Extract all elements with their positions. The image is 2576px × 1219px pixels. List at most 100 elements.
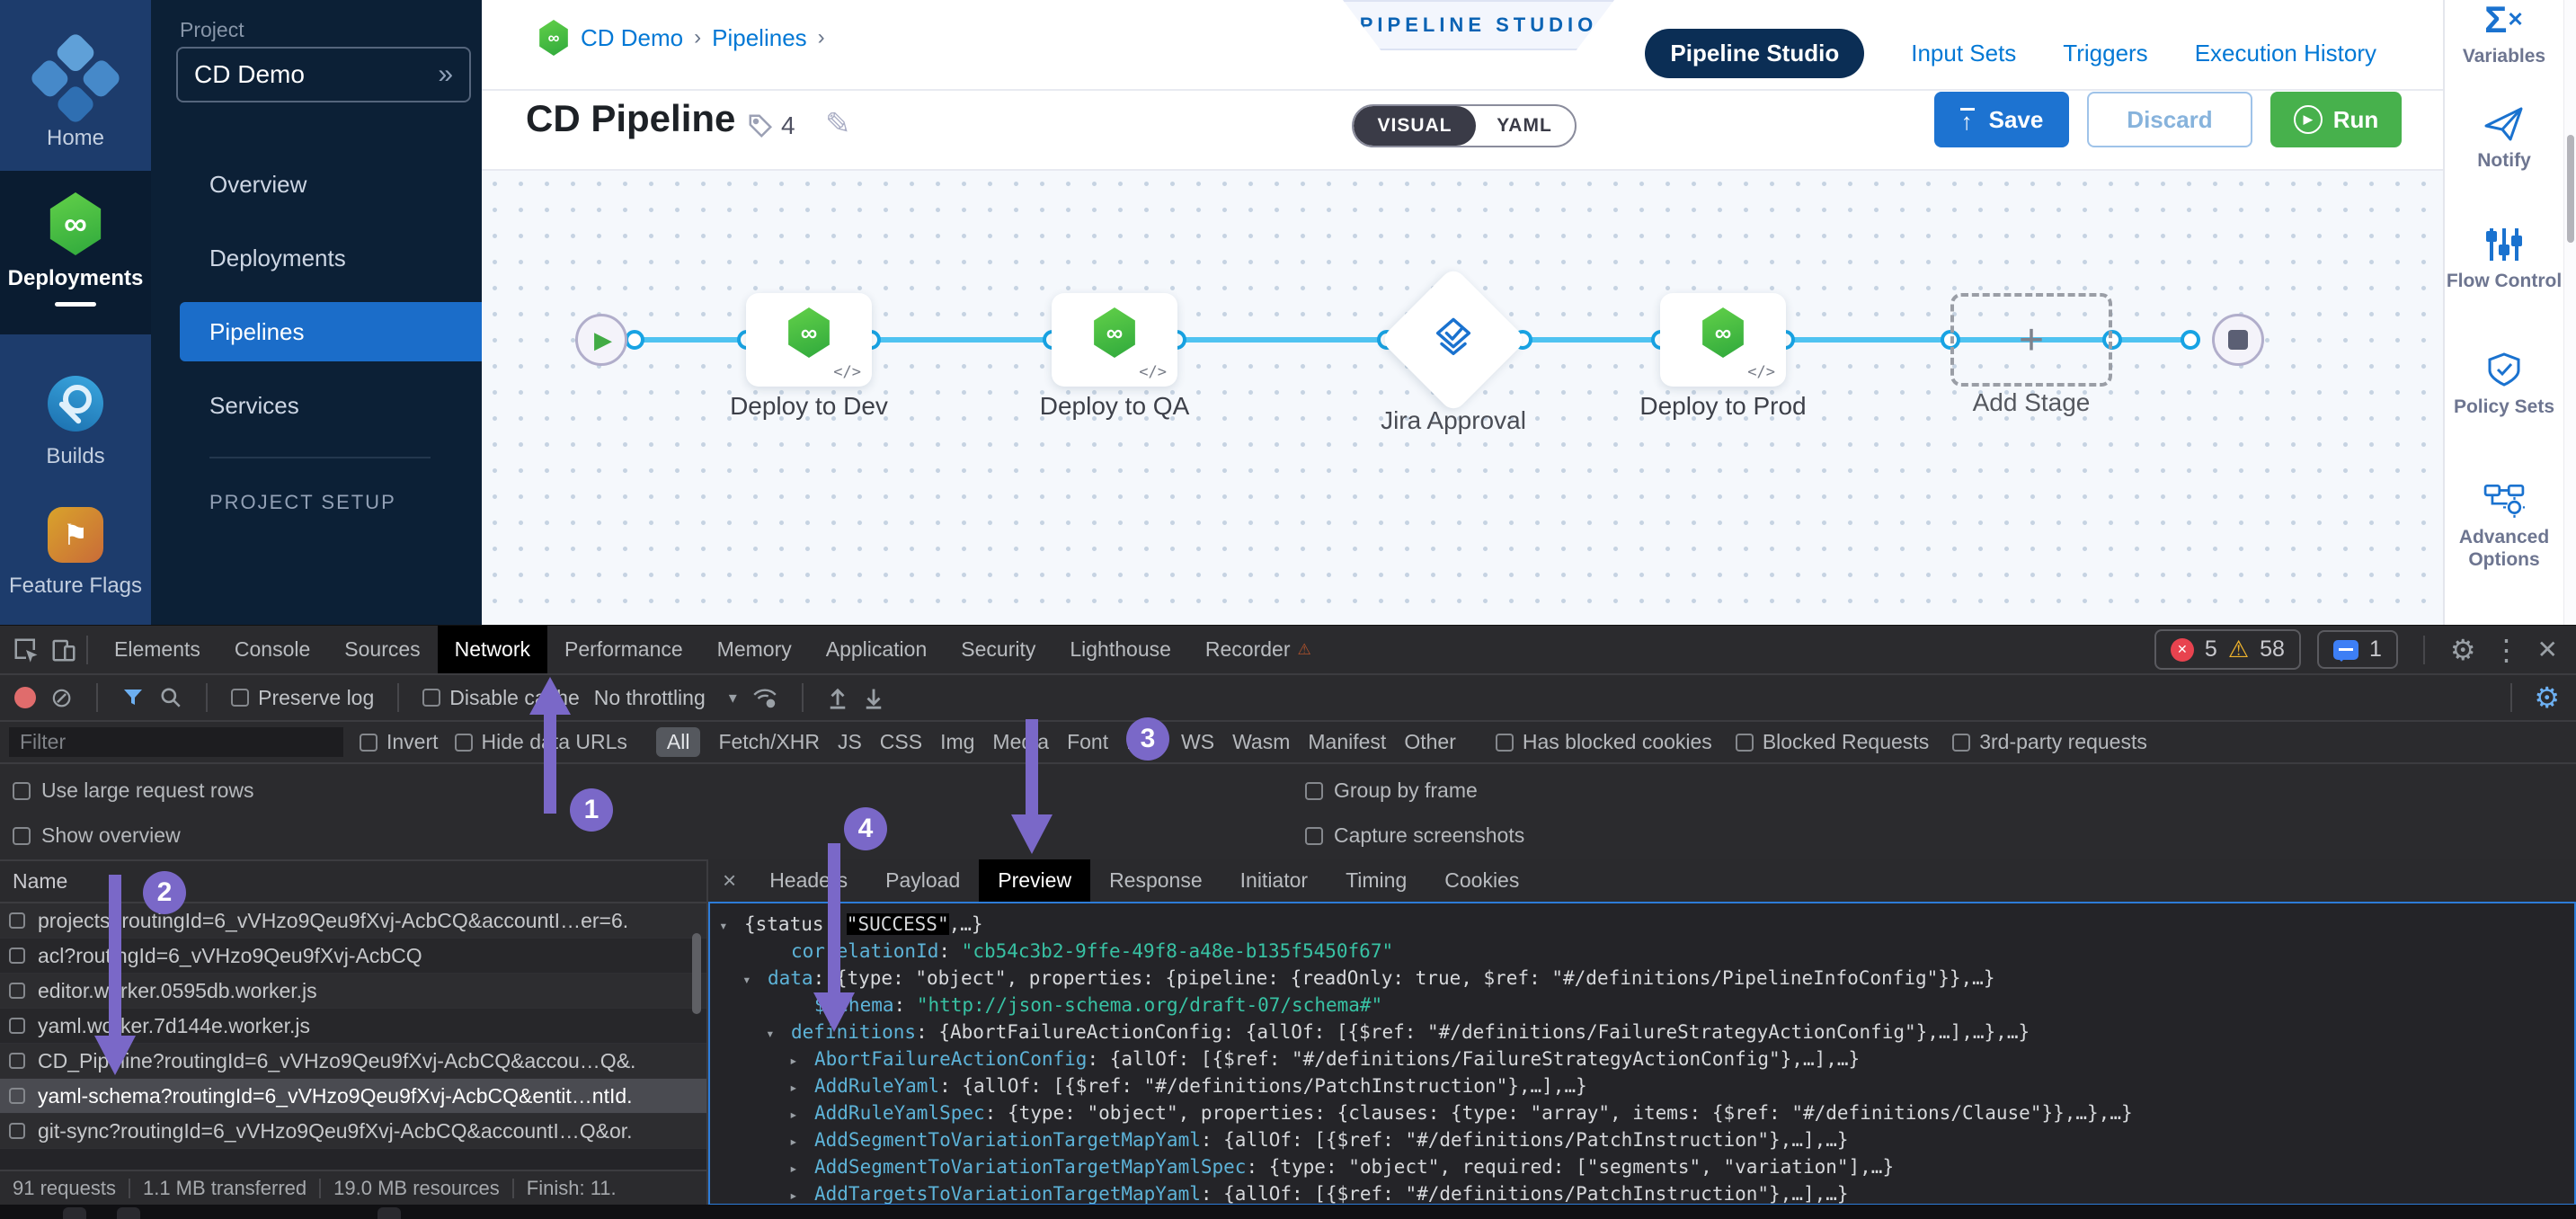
page-scrollbar[interactable] xyxy=(2563,0,2576,625)
filter-type-font[interactable]: Font xyxy=(1067,730,1108,754)
issues-summary[interactable]: 1 xyxy=(2317,630,2398,669)
edit-pencil-icon[interactable]: ✎ xyxy=(825,106,851,142)
request-table-header[interactable]: Name xyxy=(0,861,706,903)
sidebar-item-home[interactable]: Home xyxy=(0,0,151,171)
request-row[interactable]: acl?routingId=6_vVHzo9Qeu9fXvj-AcbCQ xyxy=(0,939,706,974)
request-list-scrollbar-thumb[interactable] xyxy=(692,933,701,1014)
filter-type-manifest[interactable]: Manifest xyxy=(1308,730,1386,754)
nav-item-deployments[interactable]: Deployments xyxy=(209,245,346,272)
rail-item-advanced-options[interactable]: Advanced Options xyxy=(2445,481,2563,571)
show-overview-option[interactable]: Show overview xyxy=(13,823,181,848)
expander-icon[interactable]: ▾ xyxy=(742,966,768,993)
toggle-visual[interactable]: VISUAL xyxy=(1354,106,1476,146)
filter-3rd-party-requests[interactable]: 3rd-party requests xyxy=(1952,730,2147,754)
nav-item-overview[interactable]: Overview xyxy=(209,171,306,199)
capture-screenshots-option[interactable]: Capture screenshots xyxy=(1305,823,1524,848)
devtools-tab-sources[interactable]: Sources xyxy=(327,626,437,673)
filter-type-js[interactable]: JS xyxy=(838,730,862,754)
pipeline-start-node[interactable]: ▶ xyxy=(575,314,627,366)
group-by-frame-checkbox[interactable] xyxy=(1305,782,1323,800)
detail-tab-initiator[interactable]: Initiator xyxy=(1221,859,1327,902)
filter-type-ws[interactable]: WS xyxy=(1181,730,1214,754)
inspect-icon[interactable] xyxy=(13,636,40,663)
toggle-yaml[interactable]: YAML xyxy=(1476,106,1573,146)
search-icon[interactable] xyxy=(159,686,182,709)
blocked-requests-checkbox[interactable] xyxy=(1736,734,1754,752)
devtools-tab-application[interactable]: Application xyxy=(809,626,945,673)
has-blocked-cookies-checkbox[interactable] xyxy=(1496,734,1514,752)
filter-type-other[interactable]: Other xyxy=(1404,730,1456,754)
network-conditions-icon[interactable] xyxy=(751,686,778,709)
stage-deploy-to-qa[interactable]: ∞ </> xyxy=(1052,293,1177,387)
tab-triggers[interactable]: Triggers xyxy=(2063,40,2147,67)
import-har-icon[interactable] xyxy=(827,686,848,709)
filter-type-wasm[interactable]: Wasm xyxy=(1232,730,1290,754)
hide-data-urls-option[interactable]: Hide data URLs xyxy=(455,730,627,754)
json-line[interactable]: ▸AddSegmentToVariationTargetMapYamlSpec:… xyxy=(710,1153,2574,1180)
filter-type-fetch-xhr[interactable]: Fetch/XHR xyxy=(718,730,819,754)
devtools-tab-elements[interactable]: Elements xyxy=(97,626,218,673)
tab-pipeline-studio[interactable]: Pipeline Studio xyxy=(1645,29,1864,78)
rail-item-policy-sets[interactable]: Policy Sets xyxy=(2445,352,2563,418)
rail-item-notify[interactable]: Notify xyxy=(2445,106,2563,172)
request-checkbox[interactable] xyxy=(9,912,25,929)
filter-blocked-requests[interactable]: Blocked Requests xyxy=(1736,730,1929,754)
scrollbar-thumb[interactable] xyxy=(2567,135,2574,243)
network-settings-gear-icon[interactable]: ⚙ xyxy=(2534,681,2560,715)
detail-tab-payload[interactable]: Payload xyxy=(866,859,979,902)
detail-tab-cookies[interactable]: Cookies xyxy=(1426,859,1538,902)
nav-item-services[interactable]: Services xyxy=(209,392,299,420)
json-line[interactable]: ▸AddTargetsToVariationTargetMapYaml: {al… xyxy=(710,1180,2574,1206)
pipeline-end-node[interactable] xyxy=(2212,314,2264,366)
visual-yaml-toggle[interactable]: VISUAL YAML xyxy=(1352,104,1577,147)
discard-button[interactable]: Discard xyxy=(2087,92,2252,147)
device-toolbar-icon[interactable] xyxy=(50,636,77,663)
settings-gear-icon[interactable]: ⚙ xyxy=(2450,633,2476,667)
throttling-dropdown[interactable]: No throttling ▾ xyxy=(594,686,737,710)
request-checkbox[interactable] xyxy=(9,1123,25,1139)
use-large-rows-option[interactable]: Use large request rows xyxy=(13,779,254,803)
sidebar-item-deployments[interactable]: ∞ Deployments xyxy=(0,171,151,334)
devtools-tab-security[interactable]: Security xyxy=(944,626,1053,673)
json-line[interactable]: ▸AddSegmentToVariationTargetMapYaml: {al… xyxy=(710,1126,2574,1153)
preserve-log-option[interactable]: Preserve log xyxy=(231,686,374,710)
request-checkbox[interactable] xyxy=(9,1018,25,1034)
detail-tab-headers[interactable]: Headers xyxy=(751,859,866,902)
clear-icon[interactable]: ⊘ xyxy=(50,682,73,714)
request-row[interactable]: git-sync?routingId=6_vVHzo9Qeu9fXvj-AcbC… xyxy=(0,1114,706,1149)
breadcrumb-pipelines[interactable]: Pipelines xyxy=(712,24,807,52)
hide-data-urls-checkbox[interactable] xyxy=(455,734,473,752)
rail-item-flow-control[interactable]: Flow Control xyxy=(2445,227,2563,292)
json-line[interactable]: ▸AddRuleYamlSpec: {type: "object", prope… xyxy=(710,1099,2574,1126)
expander-icon[interactable]: ▸ xyxy=(789,1101,814,1128)
filter-funnel-icon[interactable] xyxy=(121,687,145,708)
expander-icon[interactable]: ▸ xyxy=(789,1128,814,1155)
kebab-menu-icon[interactable]: ⋮ xyxy=(2492,633,2521,667)
request-checkbox[interactable] xyxy=(9,948,25,964)
record-button[interactable] xyxy=(14,687,36,708)
stage-deploy-to-dev[interactable]: ∞ </> xyxy=(746,293,872,387)
group-by-frame-option[interactable]: Group by frame xyxy=(1305,779,1478,803)
export-har-icon[interactable] xyxy=(863,686,884,709)
devtools-tab-network[interactable]: Network xyxy=(438,626,547,673)
tab-input-sets[interactable]: Input Sets xyxy=(1911,40,2016,67)
use-large-rows-checkbox[interactable] xyxy=(13,782,31,800)
expander-icon[interactable]: ▾ xyxy=(719,912,744,939)
json-line[interactable]: ▸AddRuleYaml: {allOf: [{$ref: "#/definit… xyxy=(710,1072,2574,1099)
expander-icon[interactable]: ▸ xyxy=(789,1155,814,1182)
close-detail-icon[interactable]: × xyxy=(708,867,751,894)
nav-item-pipelines-selected[interactable]: Pipelines xyxy=(180,302,482,361)
json-line[interactable]: ▾{status: "SUCCESS",…} xyxy=(710,911,2574,938)
request-checkbox[interactable] xyxy=(9,1053,25,1069)
filter-input[interactable]: Filter xyxy=(9,727,343,757)
devtools-tab-memory[interactable]: Memory xyxy=(700,626,809,673)
run-button[interactable]: ▶ Run xyxy=(2270,92,2402,147)
detail-tab-timing[interactable]: Timing xyxy=(1327,859,1426,902)
json-line[interactable]: $schema: "http://json-schema.org/draft-0… xyxy=(710,992,2574,1019)
json-line[interactable]: ▸AbortFailureActionConfig: {allOf: [{$re… xyxy=(710,1045,2574,1072)
detail-tab-preview[interactable]: Preview xyxy=(979,859,1090,902)
invert-option[interactable]: Invert xyxy=(360,730,439,754)
pipeline-canvas[interactable]: ▶ ∞ </> ∞ </> ∞ </> + xyxy=(482,171,2443,625)
rail-item-variables[interactable]: Σ✕ Variables xyxy=(2445,2,2563,67)
preserve-log-checkbox[interactable] xyxy=(231,689,249,707)
